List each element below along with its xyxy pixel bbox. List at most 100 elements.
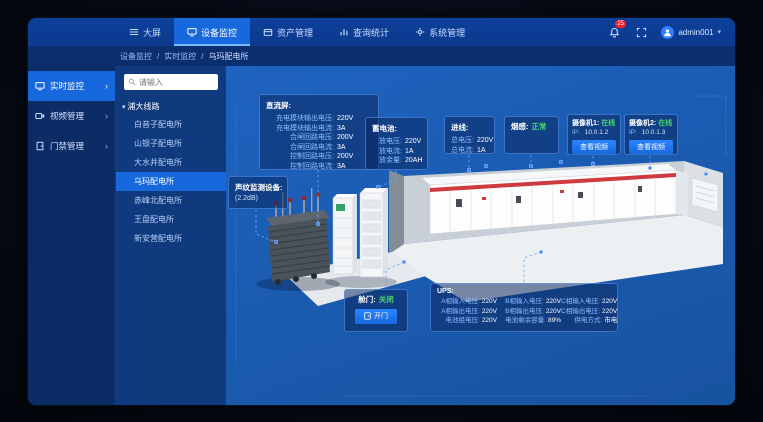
- nav-item-query-statistics[interactable]: 查询统计: [326, 18, 402, 46]
- substation-3d-view: 直流屏: 充电模块输出电压:220V 充电模块输出电流:3A 合闸回路电压:20…: [226, 66, 735, 405]
- metric-label: B相输入电压:: [497, 297, 544, 307]
- metric-value: 89%: [548, 316, 561, 326]
- menu-icon: [129, 27, 139, 37]
- sidebar-item-realtime-monitoring[interactable]: 实时监控 ›: [28, 71, 115, 101]
- chevron-right-icon: ›: [105, 141, 108, 151]
- incoming-line-title: 进线:: [451, 122, 488, 133]
- smoke-status: 正常: [532, 122, 547, 132]
- tree-item-substation[interactable]: 白音子配电所: [116, 115, 226, 134]
- door-status: 关闭: [379, 295, 394, 305]
- acoustic-title: 声纹监测设备:: [235, 182, 281, 193]
- tree-item-substation-selected[interactable]: 乌玛配电所: [116, 172, 226, 191]
- ip-label: IP:: [572, 129, 580, 136]
- metric-label: 总电流:: [451, 146, 474, 156]
- user-avatar: [661, 26, 674, 39]
- metric-value: 220V: [482, 297, 497, 307]
- tree-item-substation[interactable]: 赤峰北配电所: [116, 191, 226, 210]
- metric-value: 200V: [337, 133, 353, 143]
- metric-value: 220V: [482, 316, 497, 326]
- metric-label: A相输出电压:: [437, 307, 480, 317]
- breadcrumb-item[interactable]: 实时监控: [164, 51, 196, 62]
- breadcrumb: 设备监控 / 实时监控 / 乌玛配电所: [28, 46, 735, 66]
- video-camera-icon: [35, 111, 45, 121]
- cabin-door-card: 舱门: 关闭 开门: [344, 289, 408, 332]
- metric-label: C相输入电压:: [561, 297, 600, 307]
- metric-label: 控制回路电流:: [266, 162, 334, 172]
- search-input[interactable]: [139, 78, 214, 87]
- breadcrumb-item[interactable]: 乌玛配电所: [208, 51, 248, 62]
- camera-status: 在线: [658, 120, 672, 127]
- door-open-icon: [364, 312, 371, 320]
- tree-group-line[interactable]: 浦大线路: [116, 97, 226, 115]
- sidebar: 实时监控 › 视频管理 › 门禁管理 ›: [28, 66, 115, 405]
- notification-bell-button[interactable]: 25: [607, 25, 621, 39]
- metric-label: 放电压:: [372, 137, 402, 147]
- search-icon: [128, 78, 136, 86]
- metric-label: 充电模块输出电压:: [266, 114, 334, 124]
- nav-label: 设备监控: [201, 26, 237, 39]
- chevron-right-icon: ›: [105, 81, 108, 91]
- open-door-label: 开门: [374, 311, 388, 321]
- metric-value: 1A: [477, 146, 486, 156]
- acoustic-monitor-card: 声纹监测设备: (2.2dB): [228, 176, 288, 209]
- sidebar-item-access-control[interactable]: 门禁管理 ›: [28, 131, 115, 161]
- metric-value: 1A: [405, 147, 414, 157]
- view-video-button[interactable]: 查看视频: [572, 140, 616, 154]
- nav-label: 系统管理: [429, 26, 465, 39]
- metric-value: 220V: [602, 307, 617, 317]
- camera-status: 在线: [601, 120, 615, 127]
- incoming-line-card: 进线: 总电压:220V 总电流:1A: [444, 116, 495, 154]
- user-menu[interactable]: admin001 ▾: [661, 26, 721, 39]
- metric-value: 220V: [546, 297, 561, 307]
- nav-item-asset-management[interactable]: 资产管理: [250, 18, 326, 46]
- bell-icon: [609, 27, 620, 38]
- gear-icon: [415, 27, 425, 37]
- battery-panel-title: 蓄电池:: [372, 123, 421, 134]
- nav-item-device-monitoring[interactable]: 设备监控: [174, 18, 250, 46]
- monitor-icon: [187, 27, 197, 37]
- metric-value: 220V: [337, 114, 353, 124]
- metric-value: 3A: [337, 124, 346, 134]
- metric-label: 供电方式:: [561, 316, 602, 326]
- top-nav: 大屏 设备监控 资产管理 查询统计 系统管理 25: [28, 18, 735, 46]
- ups-title: UPS:: [437, 288, 611, 295]
- ups-grid: A相输入电压:220V B相输入电压:220V C相输入电压:220V A相输出…: [437, 297, 611, 326]
- breadcrumb-item[interactable]: 设备监控: [120, 51, 152, 62]
- nav-label: 大屏: [143, 26, 161, 39]
- tree-item-substation[interactable]: 新安营配电所: [116, 229, 226, 248]
- smoke-sensor-card: 烟感: 正常: [504, 116, 559, 154]
- notification-badge: 25: [615, 20, 626, 28]
- metric-value: 220V: [482, 307, 497, 317]
- open-door-button[interactable]: 开门: [355, 309, 397, 324]
- chart-icon: [339, 27, 349, 37]
- camera-label: 摄像机2:: [629, 120, 656, 127]
- metric-label: 合闸回路电流:: [266, 143, 334, 153]
- app-window: 大屏 设备监控 资产管理 查询统计 系统管理 25: [28, 18, 735, 405]
- ups-card: UPS: A相输入电压:220V B相输入电压:220V C相输入电压:220V…: [430, 283, 618, 332]
- metric-label: 放电流:: [372, 147, 402, 157]
- acoustic-value: (2.2dB): [235, 195, 281, 202]
- metric-value: 3A: [337, 143, 346, 153]
- nav-item-dashboard[interactable]: 大屏: [116, 18, 174, 46]
- view-video-button[interactable]: 查看视频: [629, 140, 673, 154]
- breadcrumb-separator: /: [157, 52, 159, 61]
- sidebar-item-video-management[interactable]: 视频管理 ›: [28, 101, 115, 131]
- metric-label: 放余量:: [372, 156, 402, 166]
- tree-item-substation[interactable]: 大水井配电所: [116, 153, 226, 172]
- logo-area: [28, 18, 116, 46]
- metric-value: 220V: [602, 297, 617, 307]
- box-icon: [263, 27, 273, 37]
- ip-value: 10.0.1.3: [642, 129, 666, 136]
- fullscreen-icon: [636, 27, 647, 38]
- battery-panel-card: 蓄电池: 放电压:220V 放电流:1A 放余量:20AH: [365, 117, 428, 170]
- ip-label: IP:: [629, 129, 637, 136]
- tree-search: [124, 74, 218, 90]
- fullscreen-button[interactable]: [634, 25, 648, 39]
- tree-item-substation[interactable]: 王盘配电所: [116, 210, 226, 229]
- metric-label: B相输出电压:: [497, 307, 544, 317]
- metric-value: 220V: [405, 137, 421, 147]
- nav-item-system-management[interactable]: 系统管理: [402, 18, 478, 46]
- tree-item-substation[interactable]: 山银子配电所: [116, 134, 226, 153]
- metric-label: 电池组电压:: [437, 316, 480, 326]
- nav-label: 查询统计: [353, 26, 389, 39]
